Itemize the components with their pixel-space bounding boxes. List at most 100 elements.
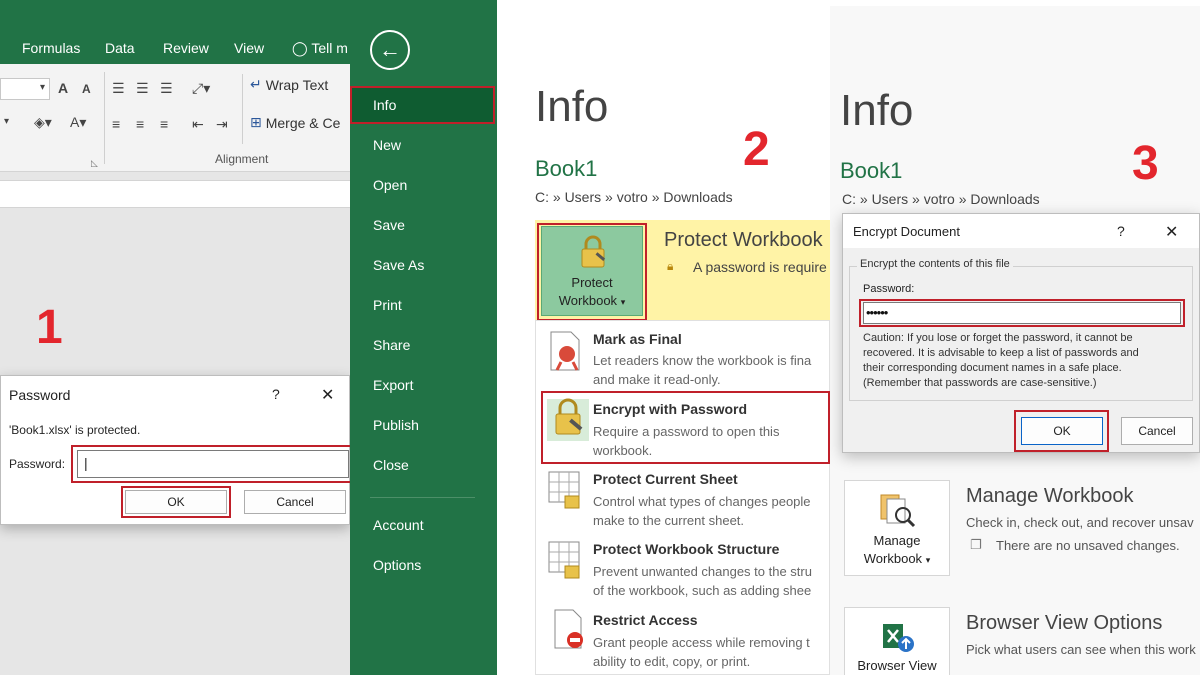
help-icon[interactable]: ?	[1117, 223, 1125, 239]
highlight-password-input	[859, 299, 1185, 327]
highlight-info-nav	[350, 86, 495, 124]
protect-workbook-desc: A password is require	[693, 259, 827, 275]
caution-text: Caution: If you lose or forget the passw…	[863, 332, 1133, 344]
alignment-group-label: Alignment	[215, 152, 269, 166]
nav-item-save-as[interactable]: Save As	[373, 257, 424, 273]
tab-data[interactable]: Data	[105, 40, 135, 56]
nav-item-publish[interactable]: Publish	[373, 417, 419, 433]
browser-view-icon	[883, 624, 914, 652]
formula-bar[interactable]	[0, 180, 350, 208]
chevron-down-icon[interactable]: ▾	[40, 82, 45, 93]
file-path-breadcrumb[interactable]: C: » Users » votro » Downloads	[842, 191, 1040, 207]
merge-center-button[interactable]: ⊞ Merge & Ce	[250, 114, 340, 131]
protect-structure-icon	[548, 541, 580, 579]
protect-workbook-title: Protect Workbook	[664, 229, 823, 251]
chevron-down-icon: ▾	[925, 555, 931, 565]
unsaved-changes-status: There are no unsaved changes.	[996, 538, 1180, 553]
step-number-3: 3	[1132, 137, 1159, 190]
page-title: Info	[535, 82, 609, 131]
browser-view-button[interactable]: Browser View	[844, 607, 950, 675]
protect-current-sheet-title[interactable]: Protect Current Sheet	[593, 471, 738, 487]
protected-message: 'Book1.xlsx' is protected.	[9, 423, 141, 437]
increase-indent-icon[interactable]: ⇥	[216, 116, 228, 133]
decrease-font-icon[interactable]: A	[82, 82, 91, 96]
tell-me-search[interactable]: ◯ Tell m	[292, 40, 348, 57]
restrict-access-title[interactable]: Restrict Access	[593, 612, 698, 628]
protect-sheet-icon	[548, 471, 580, 509]
nav-item-info[interactable]: Info	[373, 97, 396, 113]
align-center-icon[interactable]: ≡	[136, 116, 144, 132]
highlight-encrypt-item	[541, 391, 830, 464]
password-dialog: Password ? ✕ 'Book1.xlsx' is protected. …	[0, 375, 350, 525]
fill-color-icon[interactable]: ◈▾	[34, 114, 52, 131]
close-icon[interactable]: ✕	[1165, 222, 1178, 242]
help-icon[interactable]: ?	[272, 386, 280, 402]
password-label: Password:	[9, 457, 66, 471]
group-label: Encrypt the contents of this file	[857, 258, 1013, 270]
backstage-nav: ← Info New Open Save Save As Print Share…	[350, 0, 497, 675]
dialog-title: Password	[9, 387, 71, 403]
mark-as-final-title[interactable]: Mark as Final	[593, 331, 682, 347]
manage-workbook-title: Manage Workbook	[966, 485, 1134, 507]
nav-item-open[interactable]: Open	[373, 177, 407, 193]
workbook-name: Book1	[840, 158, 903, 183]
cancel-button[interactable]: Cancel	[244, 490, 346, 514]
nav-separator	[370, 497, 475, 498]
password-label: Password:	[863, 283, 915, 295]
lock-icon: 🔒︎	[667, 259, 674, 273]
nav-item-share[interactable]: Share	[373, 337, 410, 353]
align-bottom-icon[interactable]: ☰	[160, 80, 173, 97]
align-left-icon[interactable]: ≡	[112, 116, 120, 132]
manage-workbook-button[interactable]: Manage Workbook ▾	[844, 480, 950, 576]
nav-item-save[interactable]: Save	[373, 217, 405, 233]
info-page-panel-2: Info 2 Book1 C: » Users » votro » Downlo…	[497, 0, 830, 675]
highlight-password-input	[71, 445, 350, 483]
close-icon[interactable]: ✕	[321, 385, 334, 405]
lightbulb-icon: ◯	[292, 40, 308, 56]
border-dropdown-icon[interactable]: ▾	[4, 116, 9, 127]
tab-review[interactable]: Review	[163, 40, 209, 56]
top-strip	[830, 0, 1200, 6]
align-right-icon[interactable]: ≡	[160, 116, 168, 132]
nav-item-print[interactable]: Print	[373, 297, 402, 313]
page-title: Info	[840, 86, 914, 135]
align-top-icon[interactable]: ☰	[112, 80, 125, 97]
nav-item-options[interactable]: Options	[373, 557, 421, 573]
file-path-breadcrumb[interactable]: C: » Users » votro » Downloads	[535, 189, 733, 205]
document-icon: ❐	[970, 537, 982, 552]
back-arrow-icon[interactable]: ←	[370, 30, 410, 70]
browser-view-title: Browser View Options	[966, 612, 1163, 634]
increase-font-icon[interactable]: A	[58, 80, 68, 96]
tab-formulas[interactable]: Formulas	[22, 40, 80, 56]
cancel-button[interactable]: Cancel	[1121, 417, 1193, 445]
excel-window-panel-1: Formulas Data Review View ◯ Tell m ▾ A A…	[0, 0, 350, 675]
font-dialog-launcher-icon[interactable]: ◺	[91, 158, 98, 169]
manage-workbook-icon	[880, 494, 916, 528]
manage-workbook-desc: Check in, check out, and recover unsav	[966, 515, 1194, 530]
wrap-text-button[interactable]: ↵ Wrap Text	[250, 76, 328, 93]
orientation-icon[interactable]: ⤢▾	[192, 80, 210, 97]
mark-as-final-icon	[550, 331, 580, 371]
merge-icon: ⊞	[250, 114, 262, 130]
restrict-access-icon	[554, 609, 583, 649]
ribbon-tab-bar: Formulas Data Review View ◯ Tell m	[0, 0, 350, 64]
wrap-text-icon: ↵	[250, 76, 262, 92]
font-color-icon[interactable]: A▾	[70, 114, 86, 131]
nav-item-new[interactable]: New	[373, 137, 401, 153]
workbook-name: Book1	[535, 156, 598, 181]
nav-item-export[interactable]: Export	[373, 377, 413, 393]
dialog-title: Encrypt Document	[853, 224, 960, 239]
nav-item-account[interactable]: Account	[373, 517, 424, 533]
highlight-ok-button	[1014, 410, 1109, 452]
decrease-indent-icon[interactable]: ⇤	[192, 116, 204, 133]
tab-view[interactable]: View	[234, 40, 264, 56]
browser-view-desc: Pick what users can see when this work	[966, 642, 1196, 657]
step-number-2: 2	[743, 123, 770, 176]
protect-workbook-structure-title[interactable]: Protect Workbook Structure	[593, 541, 779, 557]
group-separator	[104, 72, 105, 164]
nav-item-close[interactable]: Close	[373, 457, 409, 473]
step-number-1: 1	[36, 301, 63, 354]
align-middle-icon[interactable]: ☰	[136, 80, 149, 97]
info-page-panel-3: Info 3 Book1 C: » Users » votro » Downlo…	[830, 0, 1200, 675]
highlight-ok-button	[121, 486, 231, 518]
